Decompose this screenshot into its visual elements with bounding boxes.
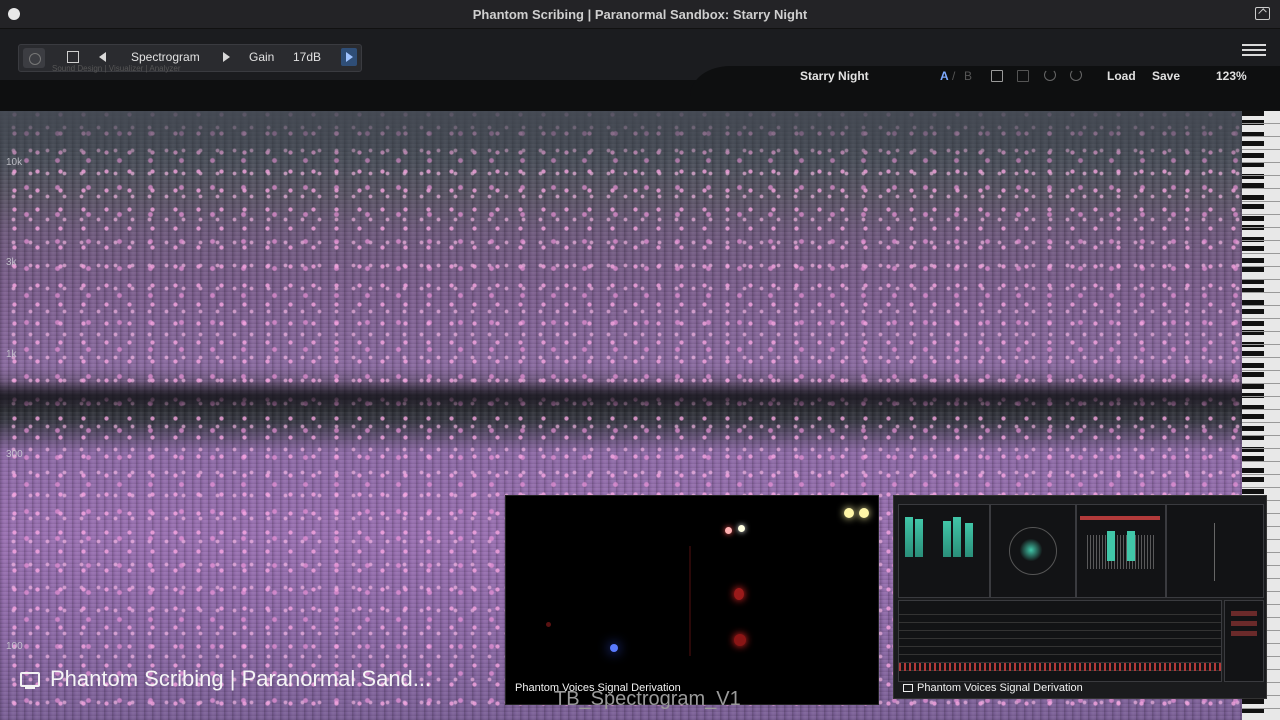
camera-stand <box>689 546 691 656</box>
save-button[interactable]: Save <box>1152 69 1180 83</box>
history-trace <box>899 663 1221 671</box>
history-panel <box>898 600 1222 682</box>
stereo-bar <box>1127 531 1135 561</box>
gain-value[interactable]: 17dB <box>293 50 321 64</box>
stereo-bar <box>1107 531 1115 561</box>
screen-share-icon <box>20 671 40 689</box>
app-toolbar-curve <box>690 66 1280 111</box>
main-caption: Phantom Scribing | Paranormal Sand... <box>20 666 431 692</box>
ab-compare-a[interactable]: A <box>940 69 949 83</box>
light-dot <box>734 588 744 600</box>
window-titlebar: Phantom Scribing | Paranormal Sandbox: S… <box>0 0 1280 29</box>
history-grid <box>899 611 1221 671</box>
level-meter <box>965 523 973 557</box>
ab-separator: / <box>952 69 956 83</box>
warning-bar <box>1080 516 1160 520</box>
plugin-logo-icon <box>23 48 45 68</box>
freq-label-100: 100 <box>6 641 23 652</box>
window-title: Phantom Scribing | Paranormal Sandbox: S… <box>472 6 808 22</box>
phase-scope-panel <box>990 504 1076 598</box>
light-dot <box>859 508 869 518</box>
paste-icon[interactable] <box>1017 70 1029 82</box>
hawkeye-caption-text: Phantom Voices Signal Derivation <box>917 682 1083 694</box>
side-control[interactable] <box>1231 611 1257 616</box>
freq-label-300: 300 <box>6 449 23 460</box>
light-dot <box>734 634 746 646</box>
freq-label-10k: 10k <box>6 157 23 168</box>
window-close-button[interactable] <box>8 8 20 20</box>
copy-icon[interactable] <box>991 70 1003 82</box>
light-dot <box>546 622 551 627</box>
freq-label-1k: 1k <box>6 349 17 360</box>
mode-label[interactable]: Spectrogram <box>131 50 200 64</box>
play-button[interactable] <box>341 48 357 66</box>
previous-mode-button[interactable] <box>99 52 106 62</box>
spectrogram-top-shade <box>0 111 1242 171</box>
next-mode-button[interactable] <box>223 52 230 62</box>
ab-compare-b[interactable]: B <box>964 69 972 83</box>
menu-icon[interactable] <box>1242 44 1266 56</box>
preset-name[interactable]: Starry Night <box>800 69 869 83</box>
level-meter <box>915 519 923 557</box>
correlation-axis <box>1214 523 1215 581</box>
light-dot <box>738 525 745 532</box>
light-dot <box>610 644 618 652</box>
level-meter-panel <box>898 504 990 598</box>
open-external-icon[interactable] <box>1255 7 1270 20</box>
freq-label-3k: 3k <box>6 257 17 268</box>
zoom-level[interactable]: 123% <box>1216 69 1247 83</box>
main-caption-text: Phantom Scribing | Paranormal Sand... <box>50 666 432 691</box>
camera-overlay: Phantom Voices Signal Derivation <box>505 495 879 705</box>
side-control[interactable] <box>1231 621 1257 626</box>
screen-icon <box>903 684 913 693</box>
load-button[interactable]: Load <box>1107 69 1136 83</box>
phase-scope-signal <box>1019 539 1043 561</box>
side-controls-panel[interactable] <box>1224 600 1264 682</box>
crop-icon[interactable] <box>67 51 79 63</box>
undo-icon[interactable] <box>1044 69 1056 81</box>
gain-label: Gain <box>249 50 275 64</box>
light-dot <box>844 508 854 518</box>
hawkeye-overlay: Phantom Voices Signal Derivation <box>893 495 1267 699</box>
level-meter <box>953 517 961 557</box>
side-control[interactable] <box>1231 631 1257 636</box>
spectrogram-dark-band <box>0 381 1242 413</box>
hawkeye-caption: Phantom Voices Signal Derivation <box>903 682 1083 694</box>
level-meter <box>943 521 951 557</box>
level-meter <box>905 517 913 557</box>
redo-icon[interactable] <box>1070 69 1082 81</box>
background-window-label: TB_Spectrogram_V1 <box>554 688 741 710</box>
light-dot <box>725 527 732 534</box>
stereo-noise <box>1087 535 1155 569</box>
plugin-subtitle: Sound Design | Visualizer | Analyzer <box>52 64 181 73</box>
correlation-panel <box>1166 504 1264 598</box>
